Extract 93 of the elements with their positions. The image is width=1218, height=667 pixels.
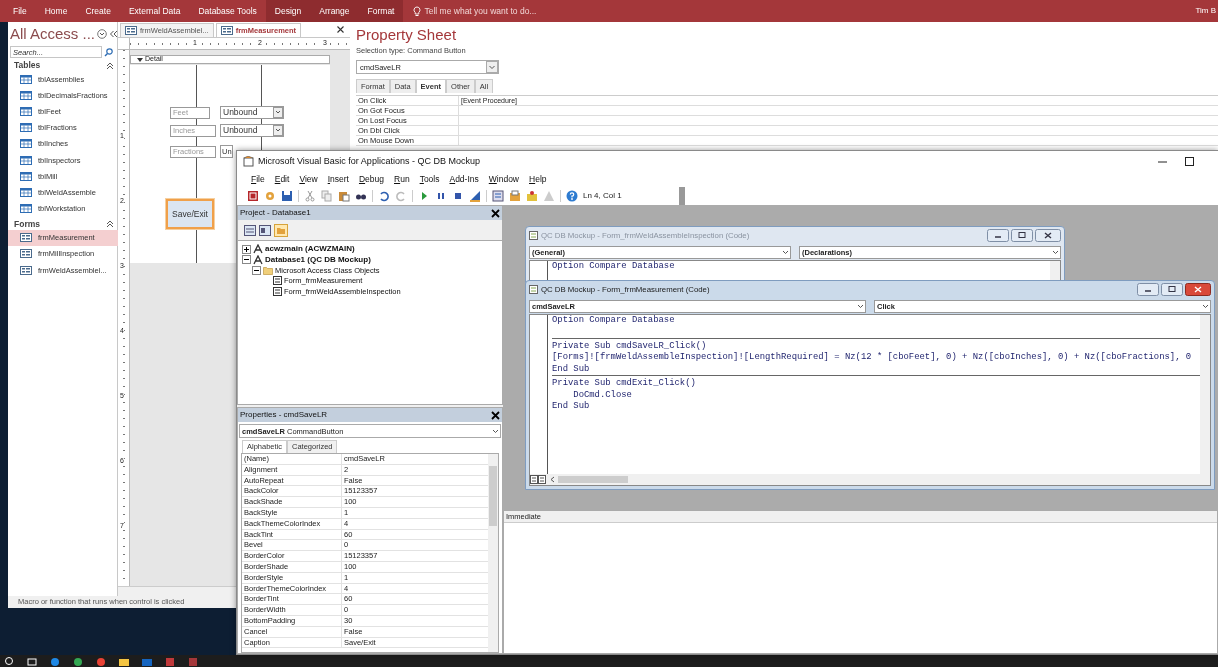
pause-icon[interactable] [435, 190, 447, 202]
restore-button[interactable] [1161, 283, 1183, 296]
code-line: Private Sub cmdSaveLR_Click() [552, 340, 708, 352]
menu-item[interactable]: File [247, 173, 269, 185]
code-line: End Sub [552, 363, 591, 375]
window-title: Microsoft Visual Basic for Applications - QC DB Mockup [258, 155, 480, 167]
task-view-icon[interactable] [27, 656, 37, 666]
module-icon [529, 231, 538, 240]
nav-group-header[interactable]: Tables [14, 60, 41, 71]
ribbon-tab[interactable]: Format [358, 0, 404, 22]
form-icon [20, 265, 32, 275]
module-icon [529, 285, 538, 294]
undo-icon[interactable] [378, 190, 390, 202]
menu-item[interactable]: Debug [354, 173, 388, 185]
code-line: Option Compare Database [552, 315, 676, 327]
nav-group-header[interactable]: Forms [14, 219, 40, 230]
view-object-icon[interactable] [259, 224, 271, 236]
close-icon[interactable] [337, 26, 344, 33]
help-icon[interactable] [566, 190, 578, 202]
cursor-position: Ln 4, Col 1 [583, 191, 622, 201]
table-icon [20, 106, 32, 116]
combo-box[interactable]: Unbound [220, 124, 284, 137]
table-icon [20, 155, 32, 165]
code-line: End Sub [552, 401, 591, 413]
combo-box[interactable]: Unbound [220, 106, 284, 119]
view-code-icon[interactable] [244, 224, 256, 236]
menu-item[interactable]: Insert [323, 173, 353, 185]
code-line: [Forms]![frmWeldAssembleInspection]![LengthRequired] = Nz(12 * [cboFeet], 0) + Nz([cboInches], 0) + Nz([cboFractions], 0 [552, 352, 1193, 364]
ribbon-tab[interactable]: External Data [119, 0, 190, 22]
table-icon [20, 123, 32, 133]
tree-item[interactable]: acwzmain (ACWZMAIN) [265, 244, 355, 255]
folder-icon [263, 265, 273, 275]
code-line: Option Compare Database [552, 261, 676, 273]
expand-toggle-icon[interactable] [242, 244, 251, 254]
menu-item[interactable]: Help [525, 173, 551, 185]
close-button[interactable] [1035, 229, 1061, 242]
close-icon[interactable] [491, 410, 500, 420]
ribbon-tab[interactable]: Database Tools [189, 0, 266, 22]
folder-icon[interactable] [119, 656, 129, 666]
dropdown-icon[interactable] [97, 29, 108, 39]
save-exit-button[interactable]: Save/Exit [166, 199, 214, 229]
close-button[interactable] [1185, 283, 1211, 296]
form-icon [20, 249, 32, 259]
scroll-left-icon[interactable] [549, 476, 555, 483]
panel-title: Property Sheet [356, 26, 458, 44]
collapse-icon[interactable] [106, 61, 115, 70]
table-icon [20, 139, 32, 149]
lightbulb-icon [413, 5, 422, 17]
ribbon-tab[interactable]: Home [35, 0, 77, 22]
stop-icon[interactable] [452, 190, 464, 202]
form-module-icon [273, 276, 282, 286]
form-icon [125, 26, 137, 35]
table-icon [20, 187, 32, 197]
save-icon[interactable] [281, 190, 293, 202]
ribbon-tab[interactable]: File [4, 0, 36, 22]
table-icon [20, 204, 32, 214]
menu-item[interactable]: Tools [415, 173, 444, 185]
form-module-icon [273, 286, 282, 296]
code-line: DoCmd.Close [572, 389, 633, 401]
menu-item[interactable]: View [295, 173, 322, 185]
tree-item[interactable]: Database1 (QC DB Mockup) [265, 254, 371, 265]
close-icon[interactable] [491, 208, 500, 218]
form-icon [220, 26, 233, 35]
menu-item[interactable]: Add-Ins [445, 173, 483, 185]
ribbon-tab[interactable]: Design [265, 0, 311, 22]
collapse-icon[interactable] [106, 220, 115, 229]
tell-me-field[interactable]: Tell me what you want to do... [421, 5, 572, 17]
collapse-pane-icon[interactable] [109, 30, 119, 38]
menu-item[interactable]: Run [390, 173, 414, 185]
table-icon [20, 90, 32, 100]
minimize-button[interactable] [1137, 283, 1159, 296]
ribbon-tab[interactable]: Arrange [310, 0, 359, 22]
view-toggle-icon[interactable] [530, 475, 546, 484]
ribbon-tab[interactable]: Create [76, 0, 120, 22]
maximize-icon[interactable] [1185, 156, 1194, 166]
nav-pane-title: All Access ... [10, 25, 96, 43]
minimize-button[interactable] [987, 229, 1009, 242]
code-line: Private Sub cmdExit_Click() [552, 378, 697, 390]
user-name: Tim B [1195, 6, 1217, 16]
expand-toggle-icon[interactable] [252, 265, 261, 275]
menu-item[interactable]: Window [484, 173, 523, 185]
pane-title: Properties - cmdSaveLR [240, 410, 328, 420]
restore-button[interactable] [1011, 229, 1033, 242]
cut-icon[interactable] [304, 190, 316, 202]
table-icon [20, 171, 32, 181]
paste-icon[interactable] [338, 190, 350, 202]
pane-title: Project - Database1 [240, 208, 311, 218]
expand-toggle-icon[interactable] [242, 255, 251, 265]
section-icon [137, 56, 143, 63]
scroll-thumb[interactable] [558, 476, 628, 483]
form-icon [20, 233, 32, 243]
menu-item[interactable]: Edit [270, 173, 294, 185]
table-icon [20, 74, 32, 84]
